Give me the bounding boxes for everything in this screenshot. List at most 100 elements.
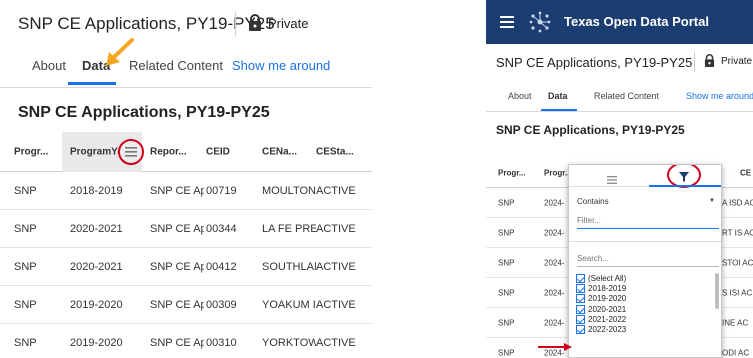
column-header[interactable]: CEID — [206, 146, 230, 157]
tab-about[interactable]: About — [508, 91, 532, 101]
tab-related-content[interactable]: Related Content — [594, 91, 659, 101]
table-cell: YORKTOWN — [262, 336, 316, 349]
active-popup-tab-underline — [649, 185, 721, 187]
active-tab-underline — [541, 109, 577, 111]
popup-tab-bar — [569, 165, 721, 189]
checkbox-item[interactable]: 2018-2019 — [576, 283, 721, 293]
title-separator — [694, 52, 695, 72]
table-cell: ODI AC — [722, 348, 750, 357]
column-filter-popup: Contains ▼ (Select All) 2018-2019 2019-2… — [568, 164, 722, 358]
column-menu-button[interactable] — [118, 139, 144, 165]
checkbox-label: (Select All) — [588, 273, 627, 283]
menu-icon — [125, 147, 137, 157]
table-row[interactable]: SNP 2019-2020 SNP CE Apr 00310 YORKTOWN … — [0, 324, 372, 358]
checkbox[interactable] — [576, 273, 585, 283]
checkbox-item[interactable]: 2020-2021 — [576, 304, 721, 314]
table-cell: SNP CE Apr — [150, 222, 204, 235]
table-cell: SNP CE Apr — [150, 336, 204, 349]
active-tab-underline — [68, 82, 116, 85]
dataset-title: SNP CE Applications, PY19-PY25 — [496, 55, 693, 70]
hamburger-menu-icon[interactable] — [500, 15, 514, 33]
table-cell: SNP — [14, 336, 37, 349]
table-cell: SOUTHLAN — [262, 260, 316, 273]
checkbox[interactable] — [576, 283, 585, 293]
table-cell: STOI AC — [722, 258, 753, 267]
table-cell: 2020-2021 — [70, 222, 123, 235]
table-cell: SNP — [14, 222, 37, 235]
table-cell: 00309 — [206, 298, 237, 311]
show-me-around-link[interactable]: Show me around — [232, 58, 330, 73]
general-menu-tab-icon[interactable] — [607, 171, 617, 189]
value-checkbox-list: (Select All) 2018-2019 2019-2020 2020-20… — [576, 273, 721, 335]
portal-navbar: Texas Open Data Portal — [486, 0, 753, 44]
lock-icon — [704, 54, 715, 67]
dataset-heading: SNP CE Applications, PY19-PY25 — [496, 123, 685, 137]
popup-divider — [569, 241, 721, 242]
tab-about[interactable]: About — [32, 58, 66, 73]
checkbox[interactable] — [576, 304, 585, 314]
column-header[interactable]: CE — [740, 168, 751, 177]
checkbox[interactable] — [576, 314, 585, 324]
table-cell: SNP — [498, 318, 515, 327]
orange-arrow-annotation — [106, 38, 134, 66]
table-cell: ACTIVE — [316, 184, 356, 197]
checkbox-label: 2022-2023 — [588, 325, 627, 335]
title-separator — [235, 12, 236, 36]
table-cell: 00310 — [206, 336, 237, 349]
table-cell: SNP — [498, 198, 515, 207]
table-cell: LA FE PREF — [262, 222, 316, 235]
column-header[interactable]: Progr... — [498, 168, 526, 177]
table-cell: 00719 — [206, 184, 237, 197]
table-cell: 2018-2019 — [70, 184, 123, 197]
table-row[interactable]: SNP 2020-2021 SNP CE Apr 00344 LA FE PRE… — [0, 210, 372, 248]
table-cell: 2019-2020 — [70, 336, 123, 349]
column-header[interactable]: Progr... — [14, 146, 48, 157]
table-cell: SNP — [498, 288, 515, 297]
portal-name[interactable]: Texas Open Data Portal — [564, 14, 709, 29]
left-screenshot-panel: SNP CE Applications, PY19-PY25 Private A… — [0, 0, 372, 358]
red-arrow-annotation — [538, 343, 572, 351]
table-cell: ACTIVE — [316, 260, 356, 273]
table-cell: INE AC — [722, 318, 749, 327]
table-cell: 00412 — [206, 260, 237, 273]
dropdown-caret-icon[interactable]: ▼ — [709, 198, 715, 204]
filter-input[interactable] — [577, 213, 719, 229]
table-row[interactable]: SNP 2019-2020 SNP CE Apr 00309 YOAKUM IS… — [0, 286, 372, 324]
table-cell: ACTIVE — [316, 222, 356, 235]
filter-operator-select[interactable]: Contains — [577, 197, 609, 206]
checkbox[interactable] — [576, 325, 585, 335]
checkbox-label: 2018-2019 — [588, 283, 627, 293]
table-cell: SNP — [498, 258, 515, 267]
column-header[interactable]: CESta... — [316, 146, 354, 157]
search-input[interactable] — [577, 251, 719, 267]
dataset-heading: SNP CE Applications, PY19-PY25 — [18, 104, 270, 121]
column-header[interactable]: CENa... — [262, 146, 297, 157]
table-cell: 2024- — [544, 288, 565, 297]
table-cell: SNP CE Apr — [150, 184, 204, 197]
table-cell: SNP — [14, 260, 37, 273]
column-header[interactable]: Repor... — [150, 146, 187, 157]
checkbox-item[interactable]: 2021-2022 — [576, 314, 721, 324]
table-row[interactable]: SNP 2020-2021 SNP CE Apr 00412 SOUTHLAN … — [0, 248, 372, 286]
tab-related-content[interactable]: Related Content — [129, 58, 223, 73]
table-cell: S ISI AC — [722, 288, 753, 297]
grid-header-row: Progr... ProgramYea Repor... CEID CENa..… — [0, 132, 372, 172]
dataset-title: SNP CE Applications, PY19-PY25 — [18, 14, 275, 33]
checkbox-item-select-all[interactable]: (Select All) — [576, 273, 721, 283]
checkbox[interactable] — [576, 294, 585, 304]
checkbox-item[interactable]: 2022-2023 — [576, 324, 721, 335]
table-cell: 2024- — [544, 258, 565, 267]
show-me-around-link[interactable]: Show me around — [686, 91, 753, 101]
tab-data[interactable]: Data — [548, 91, 568, 101]
data-grid: Progr... ProgramYea Repor... CEID CENa..… — [0, 132, 372, 358]
tab-bar: About Data Related Content Show me aroun… — [0, 50, 372, 88]
table-cell: SNP CE Apr — [150, 260, 204, 273]
table-cell: YOAKUM IS — [262, 298, 316, 311]
table-cell: 2024- — [544, 228, 565, 237]
checkbox-item[interactable]: 2019-2020 — [576, 294, 721, 304]
list-scrollbar[interactable] — [715, 273, 719, 309]
table-cell: MOULTON I — [262, 184, 316, 197]
table-cell: 00344 — [206, 222, 237, 235]
table-row[interactable]: SNP 2018-2019 SNP CE Apr 00719 MOULTON I… — [0, 172, 372, 210]
table-cell: ACTIVE — [316, 298, 356, 311]
